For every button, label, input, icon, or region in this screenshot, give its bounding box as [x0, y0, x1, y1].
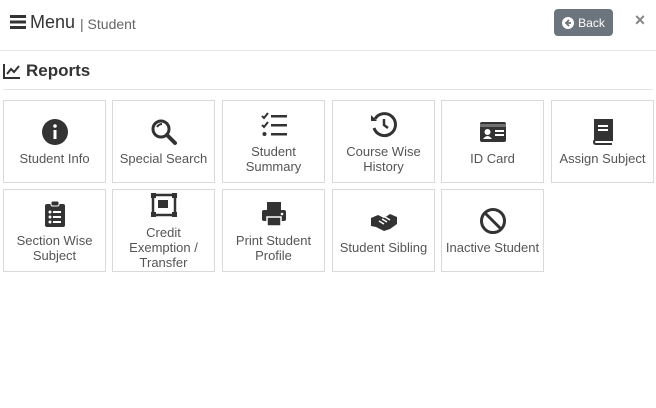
tile-label: Student Info — [19, 151, 90, 166]
handshake-icon — [369, 206, 399, 236]
tile-special-search[interactable]: Special Search — [112, 100, 215, 183]
tile-label: Student Sibling — [339, 240, 428, 255]
tile-student-info[interactable]: Student Info — [3, 100, 106, 183]
hamburger-icon — [10, 15, 26, 29]
tile-label: Course Wise History — [346, 143, 421, 174]
tile-id-card[interactable]: ID Card — [441, 100, 544, 183]
search-icon — [149, 117, 179, 147]
tile-label: Inactive Student — [445, 240, 540, 255]
print-icon — [259, 199, 289, 229]
tile-print-student-profile[interactable]: Print Student Profile — [222, 189, 325, 272]
book-icon — [588, 117, 618, 147]
tile-label: Assign Subject — [559, 151, 646, 166]
tile-assign-subject[interactable]: Assign Subject — [551, 100, 654, 183]
menu-label: Menu — [30, 11, 76, 32]
tile-inactive-student[interactable]: Inactive Student — [441, 189, 544, 272]
back-label: Back — [578, 15, 605, 30]
id-card-icon — [478, 117, 508, 147]
breadcrumb: | Student — [80, 15, 136, 32]
tile-label: Credit Exemption / Transfer — [129, 225, 198, 270]
tile-label: Special Search — [119, 151, 208, 166]
close-icon[interactable]: × — [632, 10, 648, 30]
tile-credit-exemption-transfer[interactable]: Credit Exemption / Transfer — [112, 189, 215, 272]
back-button[interactable]: Back — [554, 9, 613, 36]
section-divider — [3, 89, 653, 90]
menu-toggle[interactable]: Menu | Student — [10, 10, 136, 34]
object-ungroup-icon — [149, 191, 179, 221]
top-header: Menu | Student Back × — [0, 0, 656, 51]
info-circle-icon — [40, 117, 70, 147]
ban-icon — [478, 206, 508, 236]
tile-label: Student Summary — [245, 143, 302, 174]
tile-section-wise-subject[interactable]: Section Wise Subject — [3, 189, 106, 272]
section-title-text: Reports — [26, 61, 91, 80]
checklist-icon — [259, 110, 289, 140]
tile-student-sibling[interactable]: Student Sibling — [332, 189, 435, 272]
tile-label: ID Card — [470, 151, 515, 166]
tile-label: Print Student Profile — [235, 232, 312, 263]
section-title: Reports — [3, 60, 90, 82]
arrow-circle-left-icon — [562, 16, 575, 29]
tile-course-wise-history[interactable]: Course Wise History — [332, 100, 435, 183]
clipboard-list-icon — [40, 199, 70, 229]
line-chart-icon — [3, 64, 20, 79]
history-icon — [369, 110, 399, 140]
tile-label: Section Wise Subject — [16, 232, 93, 263]
tile-student-summary[interactable]: Student Summary — [222, 100, 325, 183]
